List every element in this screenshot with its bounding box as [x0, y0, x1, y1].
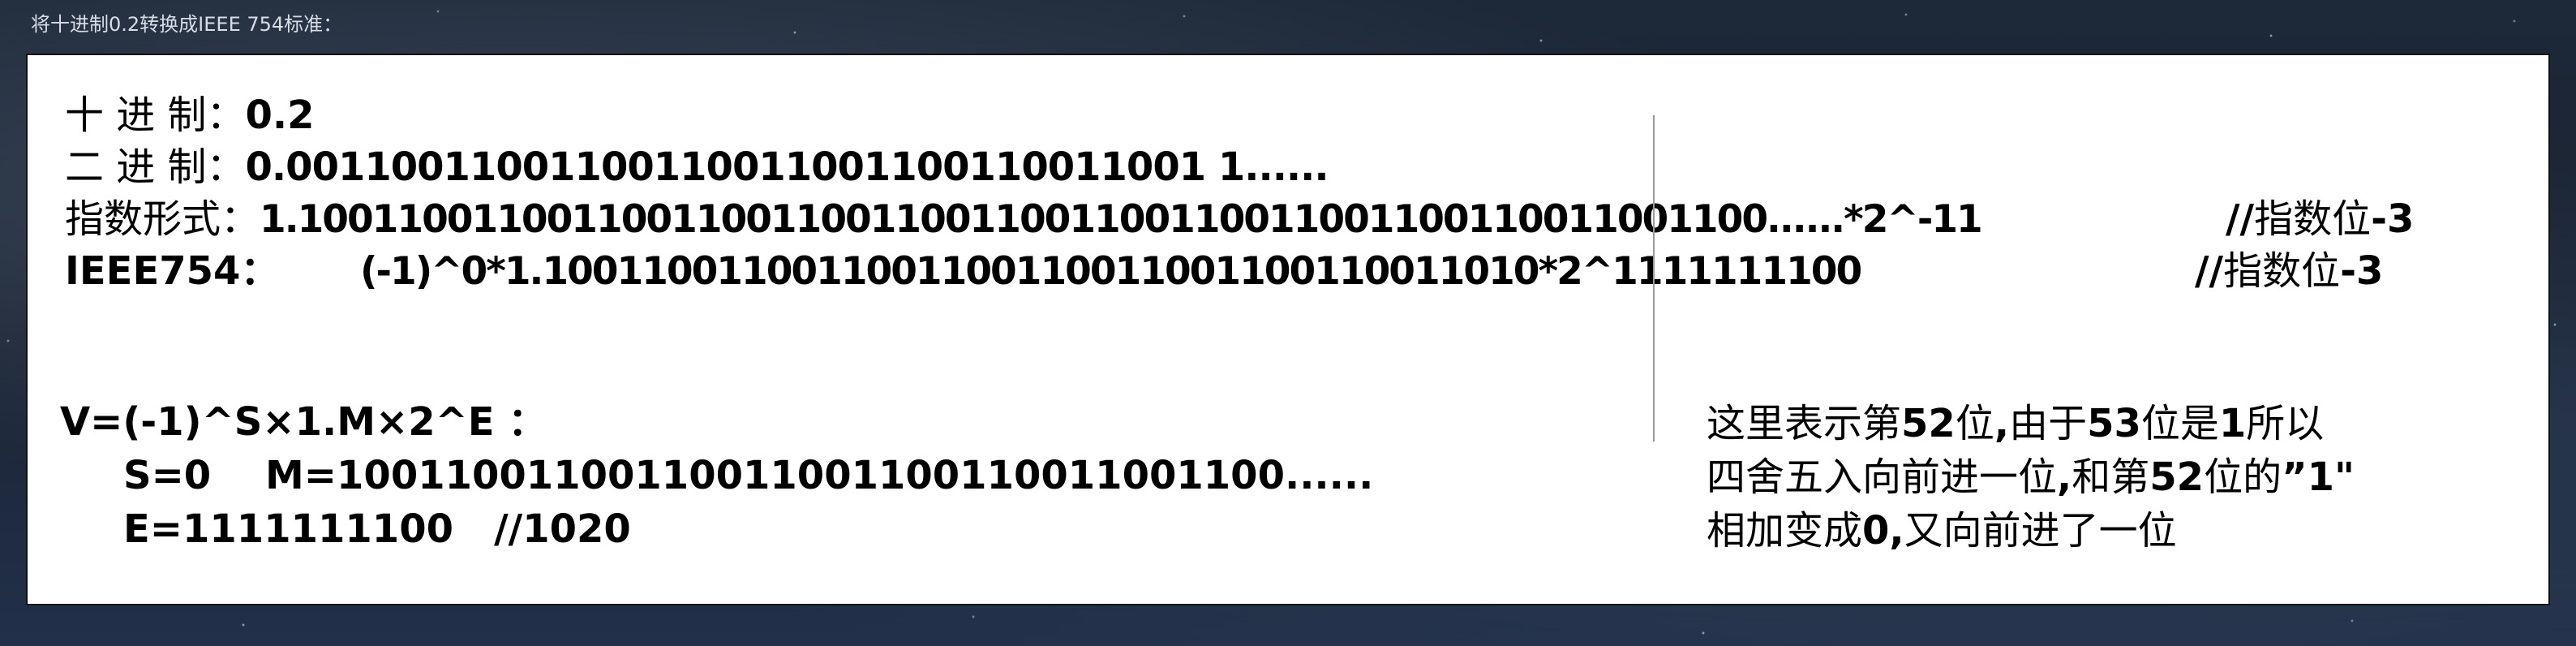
note-text: 所以 [2246, 401, 2325, 446]
decimal-label: 十 进 制： [65, 93, 246, 138]
binary-row: 二 进 制：0.00110011001100110011001100110011… [65, 143, 1329, 192]
note-num: 53 [2087, 401, 2141, 446]
decimal-value: 0.2 [245, 93, 315, 138]
note-text: 相加变成 [1707, 508, 1863, 553]
ieee-comment-num: -3 [2340, 248, 2384, 294]
note-line-3: 相加变成0,又向前进了一位 [1707, 505, 2177, 557]
note-num: 1 [2218, 401, 2247, 446]
ieee-value: (-1)^0*1.1001100110011001100110011001100… [360, 249, 1862, 294]
ieee-label: IEEE754： [65, 248, 280, 294]
note-line-2: 四舍五入向前进一位,和第52位的”1" [1707, 451, 2355, 503]
ieee-row: IEEE754： (-1)^0*1.10011001100110011001100… [65, 247, 1862, 296]
exponent-bits-line: E=1111111100 //1020 [123, 506, 631, 552]
exponent-comment-num: -3 [2371, 196, 2415, 242]
note-num: 52 [1901, 401, 1956, 446]
note-text: 位 [1955, 401, 1994, 446]
sign-mantissa-line: S=0 M=1001100110011001100110011001100110… [123, 453, 1374, 498]
note-line-1: 这里表示第52位,由于53位是1所以 [1707, 398, 2324, 450]
ieee-comment-slash: // [2195, 248, 2224, 294]
note-punct: , [2057, 454, 2072, 500]
binary-label: 二 进 制： [65, 144, 246, 190]
note-text: 四舍五入向前进一位 [1707, 454, 2058, 500]
note-text: 位的 [2204, 454, 2282, 500]
exponent-row: 指数形式：1.100110011001100110011001100110011… [65, 195, 1983, 244]
note-punct: , [1994, 401, 2010, 446]
note-text: 这里表示第 [1707, 401, 1902, 446]
note-text: 由于 [2009, 401, 2088, 446]
vertical-divider [1653, 115, 1655, 441]
note-punct: , [1889, 508, 1904, 553]
formula-line: V=(-1)^S×1.M×2^E ： [60, 399, 547, 445]
note-num: 52 [2149, 454, 2205, 500]
note-text: 位是 [2140, 401, 2219, 446]
binary-value: 0.00110011001100110011001100110011001 1.… [245, 144, 1329, 190]
exponent-value: 1.10011001100110011001100110011001100110… [260, 197, 1983, 242]
note-quote: ”1" [2282, 454, 2355, 500]
decimal-row: 十 进 制：0.2 [65, 91, 315, 140]
content-panel: 十 进 制：0.2 二 进 制：0.0011001100110011001100… [26, 54, 2550, 605]
window-title: 将十进制0.2转换成IEEE 754标准： [31, 13, 343, 36]
ieee-comment-text: 指数位 [2223, 248, 2341, 294]
exponent-comment: //指数位-3 [2226, 195, 2414, 243]
exponent-label: 指数形式： [65, 196, 260, 242]
exponent-comment-text: 指数位 [2254, 196, 2372, 242]
note-num: 0 [1862, 508, 1890, 553]
exponent-comment-slash: // [2226, 196, 2255, 242]
ieee-comment: //指数位-3 [2195, 247, 2383, 295]
note-text: 和第 [2072, 454, 2150, 500]
note-text: 又向前进了一位 [1904, 508, 2177, 553]
